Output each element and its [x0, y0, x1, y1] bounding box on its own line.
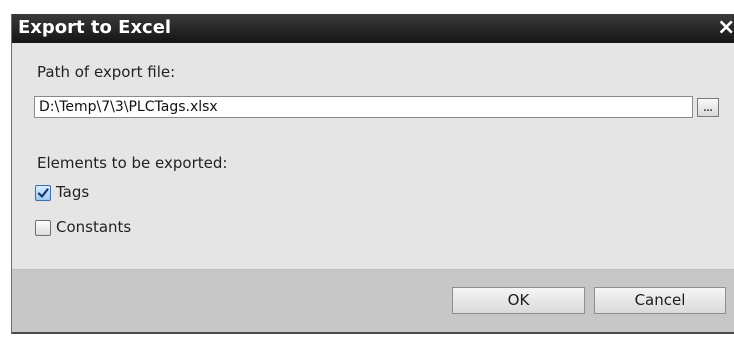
checkmark-icon — [37, 188, 49, 198]
tags-checkbox[interactable] — [35, 185, 51, 201]
constants-label[interactable]: Constants — [56, 218, 131, 236]
footer-border — [12, 332, 734, 334]
dialog-title: Export to Excel — [18, 17, 172, 38]
elements-label: Elements to be exported: — [37, 154, 228, 172]
ok-button[interactable]: OK — [452, 287, 585, 314]
close-icon[interactable]: × — [717, 14, 734, 43]
constants-checkbox[interactable] — [35, 220, 51, 236]
dialog-titlebar[interactable]: Export to Excel × — [12, 14, 734, 43]
export-to-excel-dialog: Export to Excel × Path of export file: .… — [11, 14, 734, 334]
path-label: Path of export file: — [37, 63, 176, 81]
tags-label[interactable]: Tags — [56, 183, 89, 201]
cancel-button[interactable]: Cancel — [594, 287, 726, 314]
export-path-input[interactable] — [34, 96, 693, 118]
browse-button[interactable]: ... — [697, 98, 719, 117]
